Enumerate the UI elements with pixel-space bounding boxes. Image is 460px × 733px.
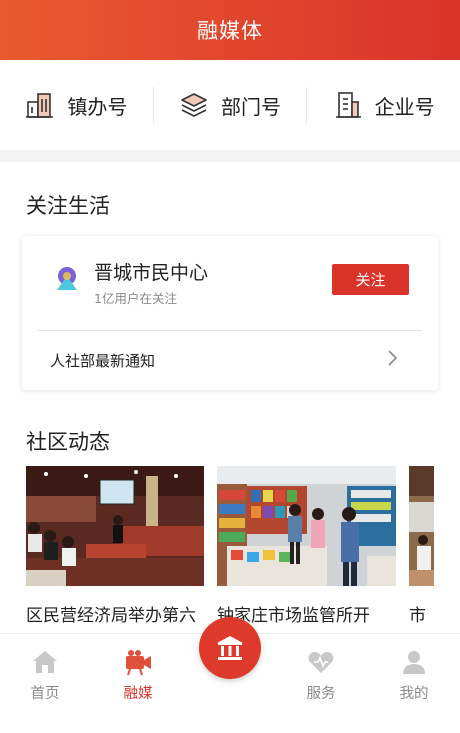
account-type-label: 部门号 <box>221 94 281 119</box>
tab-service[interactable]: 服务 <box>291 648 351 703</box>
follow-button[interactable]: 关注 <box>332 264 409 295</box>
follow-card[interactable]: 晋城市民中心 1亿用户在关注 关注 人社部最新通知 <box>22 236 438 390</box>
community-item-caption[interactable]: 市 <box>409 601 434 626</box>
heart-icon <box>307 648 335 676</box>
tab-label: 我的 <box>399 686 429 702</box>
layers-icon <box>179 90 209 120</box>
page-title: 融媒体 <box>197 19 263 43</box>
tab-home[interactable]: 首页 <box>15 648 75 703</box>
chevron-right-icon[interactable] <box>386 349 398 367</box>
tab-profile[interactable]: 我的 <box>384 648 444 703</box>
tab-label: 服务 <box>306 686 336 702</box>
section-title-community: 社区动态 <box>26 430 110 454</box>
user-icon <box>400 648 428 676</box>
latest-notice-link[interactable]: 人社部最新通知 <box>50 350 155 371</box>
section-title-follow: 关注生活 <box>26 194 110 218</box>
video-camera-icon <box>124 648 152 676</box>
account-type-label: 企业号 <box>374 94 435 119</box>
center-action-button[interactable] <box>199 617 261 679</box>
community-item-image[interactable] <box>26 466 204 586</box>
office-building-icon <box>333 90 363 120</box>
account-type-bar: 镇办号 部门号 企业号 <box>0 60 460 150</box>
community-item-image[interactable] <box>409 466 434 586</box>
account-type-department[interactable]: 部门号 <box>154 85 307 125</box>
building-icon <box>25 90 55 120</box>
account-type-enterprise[interactable]: 企业号 <box>307 85 460 125</box>
account-type-town[interactable]: 镇办号 <box>0 85 153 125</box>
government-building-icon <box>216 635 244 661</box>
tab-media[interactable]: 融媒 <box>108 648 168 703</box>
home-icon <box>31 648 59 676</box>
section-gap <box>0 150 460 162</box>
community-item-image[interactable] <box>217 466 396 586</box>
org-logo-icon <box>52 264 82 294</box>
community-item-caption[interactable]: 区民营经济局举办第六 <box>26 601 204 626</box>
follower-count: 1亿用户在关注 <box>94 291 177 306</box>
app-header: 融媒体 <box>0 0 460 60</box>
tab-label: 首页 <box>30 686 60 702</box>
account-type-label: 镇办号 <box>67 94 128 119</box>
org-name: 晋城市民中心 <box>94 262 209 284</box>
tab-label: 融媒 <box>123 686 153 702</box>
divider <box>38 330 422 331</box>
